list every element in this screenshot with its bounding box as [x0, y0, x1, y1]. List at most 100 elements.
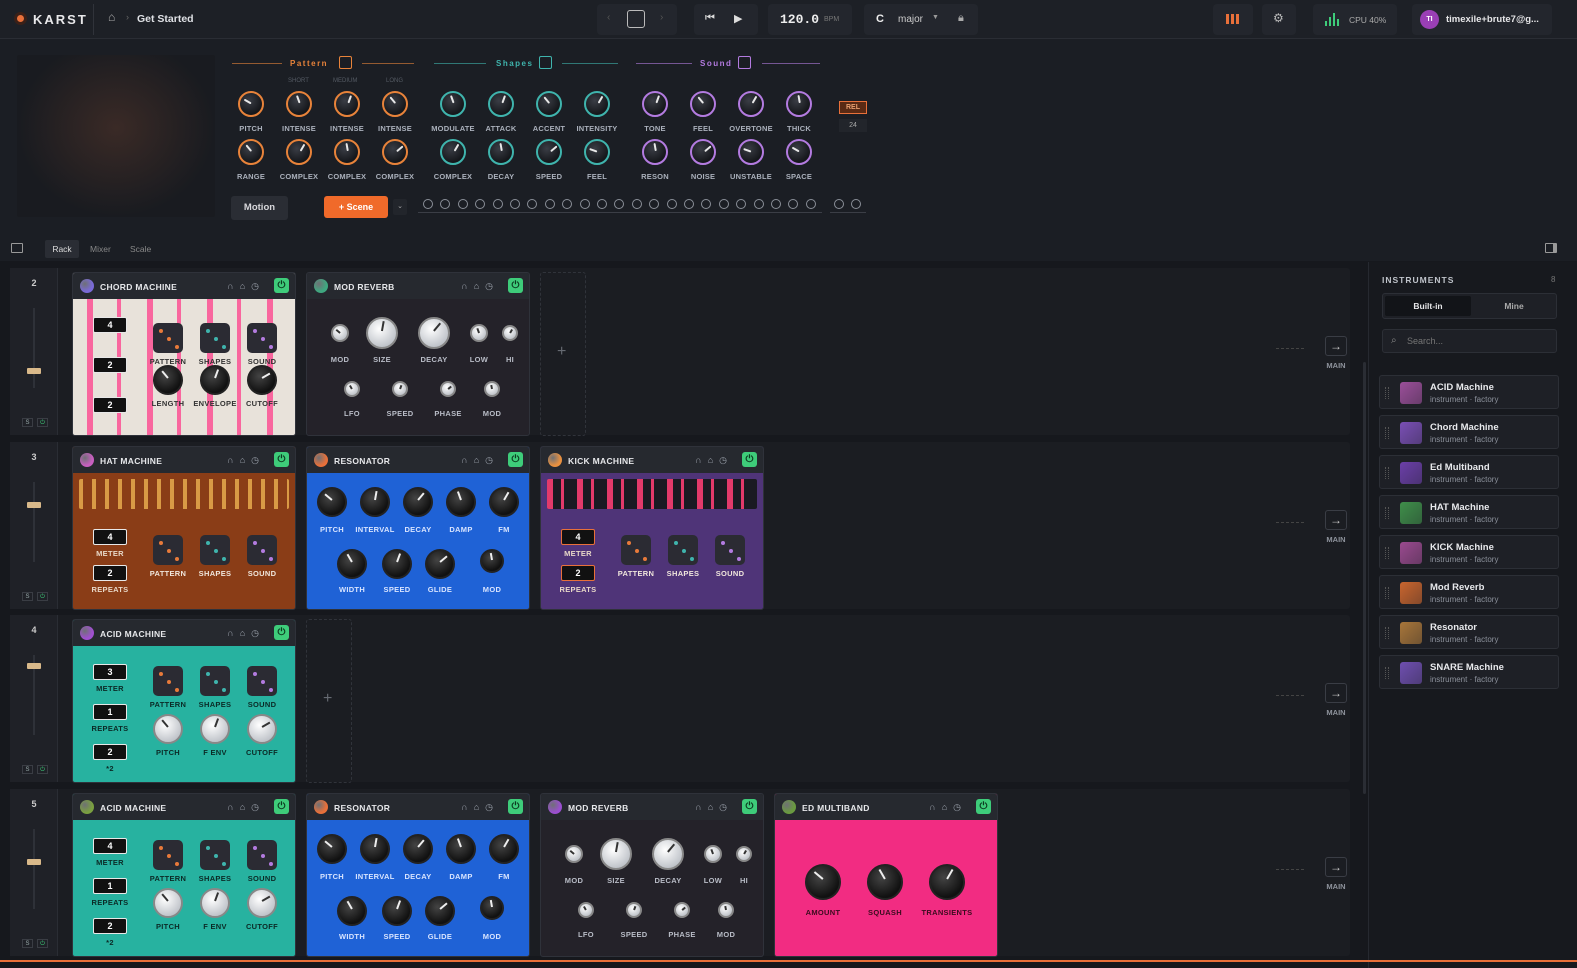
drag-handle-icon[interactable]	[1385, 387, 1389, 399]
drag-handle-icon[interactable]	[1385, 587, 1389, 599]
headphones-icon[interactable]: ∩	[695, 455, 707, 465]
value-box[interactable]: 4	[93, 529, 127, 545]
knob-speed[interactable]	[392, 381, 408, 397]
macro-knob-overtone[interactable]	[738, 91, 764, 117]
tab-built-in[interactable]: Built-in	[1385, 296, 1471, 316]
value-box[interactable]: 2	[93, 357, 127, 373]
knob-mod[interactable]	[484, 381, 500, 397]
solo-button[interactable]: S	[22, 765, 33, 774]
search-field[interactable]: ⌕	[1382, 329, 1557, 353]
list-item[interactable]: SNARE Machine instrument · factory	[1379, 655, 1559, 689]
key-root[interactable]: C	[876, 13, 884, 25]
solo-button[interactable]: S	[22, 592, 33, 601]
knob-hi[interactable]	[736, 846, 752, 862]
knob-phase[interactable]	[440, 381, 456, 397]
add-device-icon[interactable]: +	[323, 690, 332, 708]
knob-decay[interactable]	[403, 834, 433, 864]
rel-badge[interactable]: REL	[839, 101, 867, 114]
dice-shapes-button[interactable]	[200, 323, 230, 353]
knob-low[interactable]	[704, 845, 722, 863]
tab-mine[interactable]: Mine	[1473, 296, 1555, 316]
settings-button[interactable]: ⚙	[1262, 4, 1296, 35]
lock-icon[interactable]: ⌂	[708, 802, 719, 812]
macro-knob-space[interactable]	[786, 139, 812, 165]
scene-slot[interactable]	[510, 199, 520, 209]
lock-icon[interactable]: ⌂	[240, 802, 251, 812]
lock-icon[interactable]: 🔒︎	[958, 12, 964, 25]
scene-slot[interactable]	[788, 199, 799, 209]
knob-speed[interactable]	[382, 549, 412, 579]
scene-slot[interactable]	[736, 199, 747, 209]
knob-glide[interactable]	[425, 549, 455, 579]
empty-device-slot[interactable]: +	[306, 619, 352, 783]
dice-pattern-button[interactable]	[621, 535, 651, 565]
lock-icon[interactable]: ⌂	[474, 281, 485, 291]
scene-button[interactable]: + Scene	[324, 196, 388, 218]
arrow-right-icon[interactable]: →	[1325, 683, 1347, 703]
scene-slot[interactable]	[718, 199, 729, 209]
power-icon[interactable]: ⏻	[37, 939, 48, 948]
lock-icon[interactable]: ⌂	[942, 802, 953, 812]
volume-fader[interactable]	[27, 655, 41, 735]
solo-button[interactable]: S	[22, 939, 33, 948]
scene-slot[interactable]	[851, 199, 861, 209]
scene-slot[interactable]	[805, 199, 816, 209]
scene-slot[interactable]	[457, 199, 468, 209]
arrow-right-icon[interactable]: →	[1325, 336, 1347, 356]
dice-sound-button[interactable]	[247, 666, 277, 696]
scene-slot[interactable]	[753, 199, 764, 209]
dice-pattern-button[interactable]	[153, 666, 183, 696]
list-item[interactable]: HAT Machine instrument · factory	[1379, 495, 1559, 529]
fader-handle[interactable]	[27, 663, 41, 669]
list-item[interactable]: Ed Multiband instrument · factory	[1379, 455, 1559, 489]
power-icon[interactable]: ⏻	[37, 592, 48, 601]
reset-icon[interactable]: ◷	[485, 455, 499, 465]
knob-interval[interactable]	[360, 834, 390, 864]
scene-slot[interactable]	[440, 199, 451, 209]
route-output[interactable]: → MAIN	[1318, 683, 1354, 717]
knob-length[interactable]	[153, 365, 183, 395]
drag-handle-icon[interactable]	[1385, 427, 1389, 439]
knob-phase[interactable]	[674, 902, 690, 918]
knob-lfo[interactable]	[578, 902, 594, 918]
key-selector[interactable]: C major ▼ 🔒︎	[864, 4, 978, 35]
user-menu[interactable]: TI timexile+brute7@g...	[1412, 4, 1552, 35]
macro-knob-modulate[interactable]	[440, 91, 466, 117]
headphones-icon[interactable]: ∩	[227, 281, 239, 291]
scene-slot[interactable]	[771, 199, 781, 209]
dice-shapes-button[interactable]	[200, 535, 230, 565]
knob-transients[interactable]	[929, 864, 965, 900]
scene-slot[interactable]	[562, 199, 573, 209]
dice-sound-button[interactable]	[715, 535, 745, 565]
knob-damp[interactable]	[446, 487, 476, 517]
knob-pitch[interactable]	[153, 888, 183, 918]
headphones-icon[interactable]: ∩	[227, 802, 239, 812]
add-device-icon[interactable]: +	[557, 343, 566, 361]
knob-cutoff[interactable]	[247, 714, 277, 744]
macro-knob-intense[interactable]	[286, 91, 312, 117]
macro-knob-noise[interactable]	[690, 139, 716, 165]
scene-slot[interactable]	[631, 199, 642, 209]
dice-icon[interactable]	[627, 10, 645, 28]
solo-button[interactable]: S	[22, 418, 33, 427]
search-input[interactable]	[1407, 334, 1547, 348]
arrow-right-icon[interactable]: →	[1325, 510, 1347, 530]
macro-knob-accent[interactable]	[536, 91, 562, 117]
reset-icon[interactable]: ◷	[485, 281, 499, 291]
macro-knob-intense[interactable]	[334, 91, 360, 117]
headphones-icon[interactable]: ∩	[461, 455, 473, 465]
scene-slot[interactable]	[666, 199, 677, 209]
step-sequencer[interactable]	[547, 479, 757, 509]
dice-icon[interactable]	[339, 56, 352, 69]
lock-icon[interactable]: ⌂	[240, 455, 251, 465]
value-box[interactable]: 2	[561, 565, 595, 581]
reset-icon[interactable]: ◷	[485, 802, 499, 812]
arrow-right-icon[interactable]: →	[1325, 857, 1347, 877]
macro-knob-complex[interactable]	[286, 139, 312, 165]
drag-handle-icon[interactable]	[1385, 667, 1389, 679]
drag-handle-icon[interactable]	[1385, 627, 1389, 639]
drag-handle-icon[interactable]	[1385, 547, 1389, 559]
grid-button[interactable]	[1213, 4, 1253, 35]
knob-hi[interactable]	[502, 325, 518, 341]
reset-icon[interactable]: ◷	[953, 802, 967, 812]
